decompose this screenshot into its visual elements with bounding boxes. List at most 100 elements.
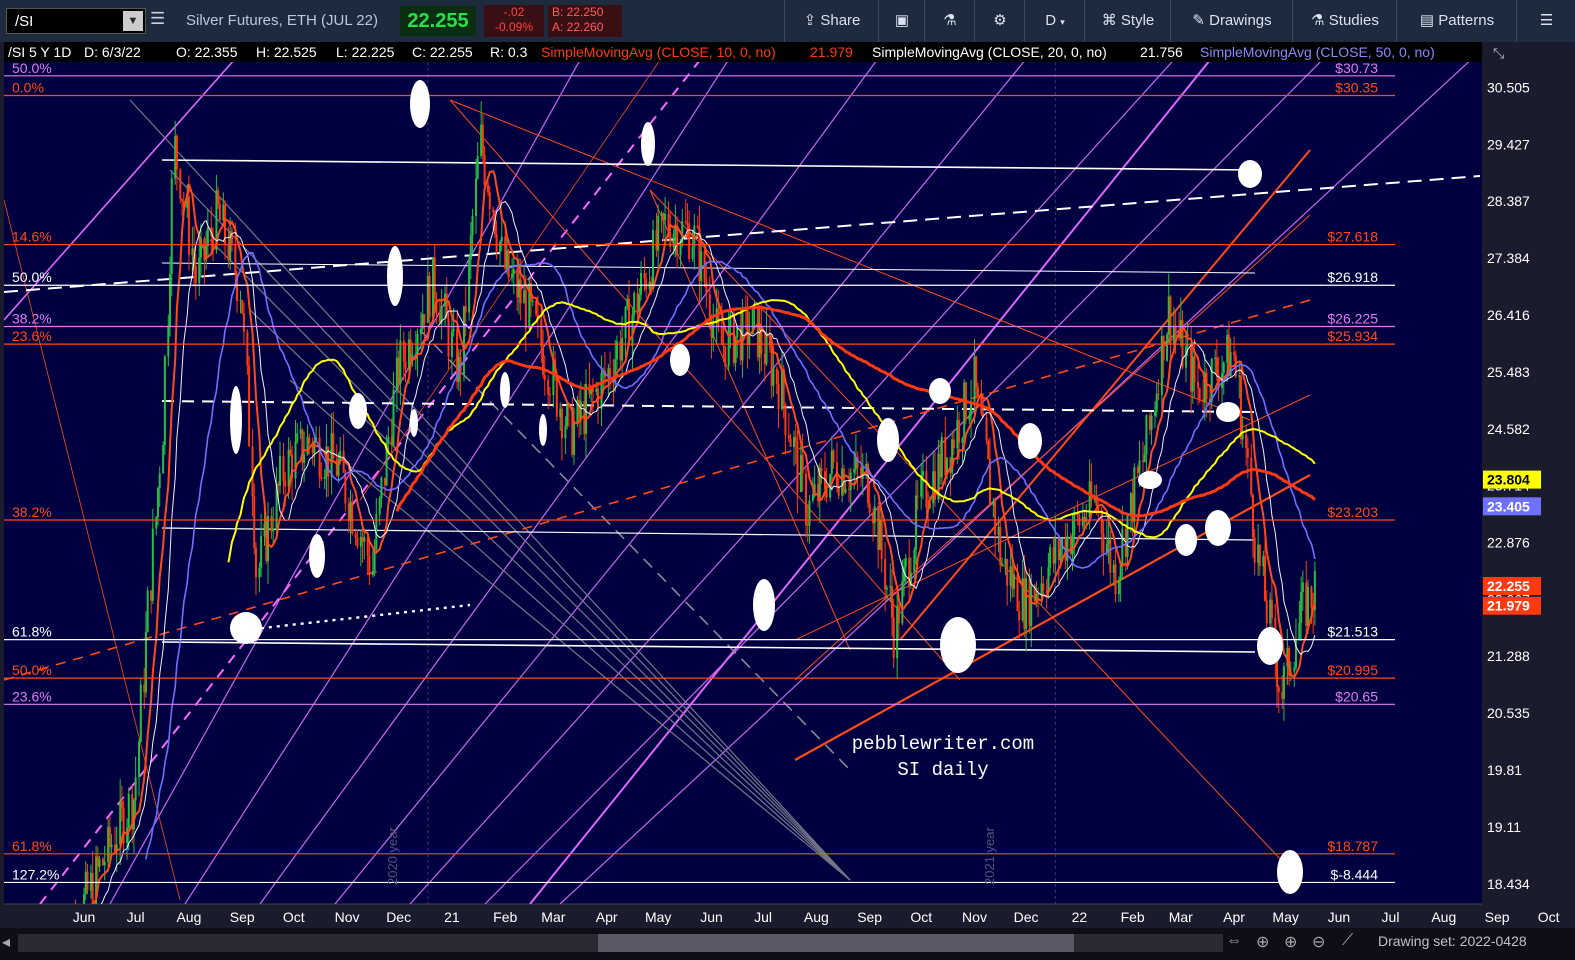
- drawing-set-label[interactable]: Drawing set: 2022-0428: [1378, 933, 1527, 949]
- candle-body: [206, 227, 209, 247]
- candle-body: [1145, 415, 1148, 455]
- candle-body: [507, 250, 510, 278]
- header-sma20-value: 21.756: [1140, 44, 1183, 60]
- studies-button[interactable]: ⚗ Studies: [1292, 0, 1397, 42]
- period-button[interactable]: D ▾: [1024, 0, 1085, 42]
- settings-sliders-icon[interactable]: ☰: [150, 9, 165, 29]
- candle-body: [1004, 558, 1007, 565]
- candle-body: [134, 777, 137, 801]
- chevron-down-icon: ▾: [1060, 17, 1065, 27]
- candle-body: [260, 536, 263, 568]
- scrollbar-thumb[interactable]: [598, 934, 1074, 952]
- candle-body: [940, 437, 943, 478]
- candle-body: [626, 298, 629, 307]
- studies-label: Studies: [1328, 12, 1379, 29]
- x-tick-label: Apr: [1223, 909, 1245, 925]
- header-open: O: 22.355: [176, 44, 238, 60]
- candle-body: [253, 496, 256, 548]
- ellipse-marker: [1238, 160, 1262, 188]
- candle-body: [318, 437, 321, 477]
- menu-button[interactable]: ☰: [1516, 0, 1575, 42]
- x-tick-label: Jun: [1328, 909, 1351, 925]
- candle-body: [126, 827, 129, 844]
- candle-body: [985, 417, 988, 441]
- candle-body: [1169, 296, 1172, 344]
- symbol-selector[interactable]: /SI ▼: [6, 8, 146, 34]
- candle-body: [279, 455, 282, 486]
- style-icon: ⌘: [1101, 12, 1121, 29]
- candle-body: [138, 741, 141, 778]
- candle-body: [313, 440, 316, 453]
- candle-body: [387, 436, 390, 443]
- settings-button[interactable]: ⚙: [974, 0, 1025, 42]
- candle-body: [724, 346, 727, 367]
- candle-body: [368, 555, 371, 575]
- ellipse-marker: [349, 393, 367, 429]
- price-chart[interactable]: 2020 year 2021 year pebblewriter.com SI …: [0, 42, 1575, 928]
- candle-body: [296, 433, 299, 442]
- candle-body: [1277, 687, 1280, 693]
- ellipse-marker: [410, 409, 418, 437]
- candle-body: [86, 871, 89, 891]
- candle-body: [483, 154, 486, 185]
- drawings-button[interactable]: ✎ Drawings: [1170, 0, 1293, 42]
- candle-body: [933, 471, 936, 500]
- candle-body: [1265, 600, 1268, 624]
- candle-body: [952, 439, 955, 449]
- quote-button[interactable]: ▣: [878, 0, 925, 42]
- horizontal-scrollbar[interactable]: [18, 934, 1223, 952]
- flask-button[interactable]: ⚗: [924, 0, 975, 42]
- candle-body: [1257, 544, 1260, 563]
- expand-icon[interactable]: ⤡: [1493, 45, 1504, 61]
- candle-body: [1143, 454, 1146, 462]
- scroll-left-icon[interactable]: ◂: [2, 932, 10, 952]
- pan-icon[interactable]: ⇔: [1226, 932, 1242, 950]
- chevron-down-icon[interactable]: ▼: [123, 11, 143, 31]
- candle-body: [1281, 692, 1284, 699]
- share-button[interactable]: ⇪ Share: [784, 0, 879, 42]
- crosshair-icon[interactable]: ⊕: [1256, 932, 1269, 952]
- candle-body: [1112, 564, 1115, 573]
- candle-body: [390, 436, 393, 446]
- candle-body: [1264, 555, 1267, 601]
- candle-body: [780, 368, 783, 410]
- candle-body: [294, 441, 297, 479]
- gear-icon: ⚙: [993, 12, 1007, 29]
- candle-body: [770, 347, 773, 386]
- candle-body: [842, 468, 845, 493]
- candle-body: [1215, 357, 1218, 375]
- zoom-out-icon[interactable]: ⊖: [1312, 932, 1325, 952]
- candle-body: [1107, 539, 1110, 544]
- candle-body: [284, 481, 287, 487]
- fib-right-label: $30.35: [1335, 80, 1378, 96]
- candle-body: [968, 415, 971, 420]
- study-header: /SI 5 Y 1D D: 6/3/22 O: 22.355 H: 22.525…: [8, 44, 1435, 60]
- candle-body: [958, 419, 961, 443]
- draw-tool-icon[interactable]: ⟋: [1342, 932, 1353, 950]
- candle-body: [1016, 574, 1019, 611]
- candle-body: [349, 501, 352, 522]
- menu-icon: ☰: [1539, 12, 1554, 29]
- candle-body: [371, 570, 374, 575]
- candle-body: [1191, 356, 1194, 392]
- candle-body: [1233, 352, 1236, 356]
- patterns-button[interactable]: ▤ Patterns: [1396, 0, 1517, 42]
- style-button[interactable]: ⌘ Style: [1084, 0, 1171, 42]
- symbol-text: /SI: [15, 13, 34, 30]
- candle-body: [163, 356, 166, 446]
- y-tick-label: 20.535: [1487, 705, 1530, 721]
- x-tick-label: Jul: [754, 909, 772, 925]
- candle-body: [282, 455, 285, 482]
- zoom-in-icon[interactable]: ⊕: [1284, 932, 1297, 952]
- candle-body: [150, 590, 153, 601]
- candle-body: [896, 605, 899, 659]
- fib-right-label: $26.225: [1327, 310, 1378, 326]
- candle-body: [801, 455, 804, 474]
- candle-body: [511, 273, 514, 278]
- candle-body: [299, 429, 302, 434]
- y-tick-label: 19.11: [1487, 819, 1521, 835]
- candle-body: [1202, 399, 1205, 403]
- candle-body: [621, 338, 624, 361]
- candle-body: [1245, 434, 1248, 448]
- ellipse-marker: [230, 386, 242, 454]
